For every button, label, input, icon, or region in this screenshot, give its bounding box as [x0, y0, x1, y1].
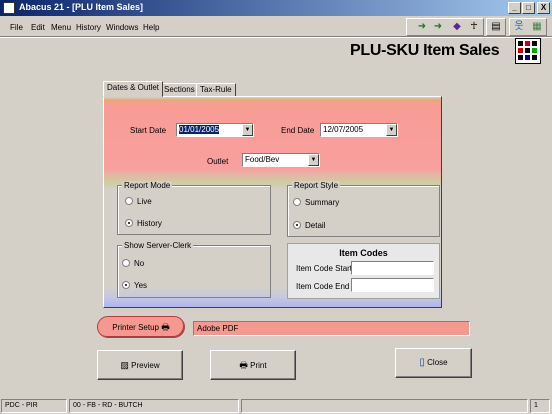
end-date-label: End Date	[281, 126, 315, 135]
minimize-button[interactable]: _	[508, 2, 521, 14]
calculator-icon[interactable]: ▤	[489, 20, 503, 34]
restore-button[interactable]: □	[522, 2, 535, 14]
tab-tax-rule[interactable]: Tax-Rule	[196, 83, 236, 97]
end-date-value: 12/07/2005	[323, 125, 364, 134]
printer-name-field: Adobe PDF	[193, 321, 470, 336]
status-bar: PDC - PIR 00 - FB - RD - BUTCH 1	[0, 398, 552, 414]
item-code-end-label: Item Code End	[296, 282, 350, 291]
print-button[interactable]: 🖶 Print	[210, 350, 296, 380]
printer-setup-label: Printer Setup	[112, 323, 159, 332]
menu-help[interactable]: Help	[143, 23, 159, 32]
status-pane-message	[241, 399, 528, 413]
radio-yes[interactable]: Yes	[122, 281, 147, 290]
menu-windows[interactable]: Windows	[106, 23, 138, 32]
printer-icon: 🖶	[161, 322, 170, 332]
radio-circle	[293, 221, 301, 229]
chevron-down-icon[interactable]: ▼	[242, 124, 253, 136]
report-mode-title: Report Mode	[122, 181, 173, 190]
radio-live[interactable]: Live	[125, 197, 152, 206]
window-title: Abacus 21 - [PLU Item Sales]	[19, 2, 144, 12]
report-style-title: Report Style	[292, 181, 341, 190]
chevron-down-icon[interactable]: ▼	[308, 154, 319, 166]
menu-menu[interactable]: Menu	[51, 23, 71, 32]
preview-icon: ▨	[120, 360, 129, 370]
show-server-clerk-group: Show Server-Clerk	[117, 241, 271, 298]
close-label: Close	[427, 358, 448, 367]
page-title: PLU-SKU Item Sales	[350, 42, 500, 59]
radio-circle	[122, 281, 130, 289]
outlet-label: Outlet	[207, 157, 229, 166]
report-grid-icon	[515, 38, 541, 64]
app-icon	[3, 2, 15, 14]
outlet-value: Food/Bev	[245, 155, 280, 164]
toolbar-calculator: ▤	[486, 18, 506, 36]
print-label: Print	[250, 361, 267, 370]
outlet-combo[interactable]: Food/Bev ▼	[242, 153, 320, 167]
toolbar-navigation: ➜ ➜ ◆ ☥	[406, 18, 484, 36]
person-icon[interactable]: 웃	[512, 20, 526, 34]
preview-label: Preview	[131, 361, 160, 370]
radio-circle	[122, 259, 130, 267]
radio-circle	[293, 198, 301, 206]
book-icon[interactable]: ◆	[450, 20, 464, 34]
radio-summary[interactable]: Summary	[293, 198, 339, 207]
show-server-clerk-title: Show Server-Clerk	[122, 241, 194, 250]
forward-arrow-icon[interactable]: ➜	[431, 20, 445, 34]
item-code-start-input[interactable]	[351, 261, 434, 275]
menu-edit[interactable]: Edit	[31, 23, 45, 32]
chevron-down-icon[interactable]: ▼	[386, 124, 397, 136]
preview-button[interactable]: ▨ Preview	[97, 350, 183, 380]
grid-icon[interactable]: ▦	[530, 20, 544, 34]
radio-detail[interactable]: Detail	[293, 221, 325, 230]
radio-no[interactable]: No	[122, 259, 144, 268]
end-date-combo[interactable]: 12/07/2005 ▼	[320, 123, 398, 137]
item-code-start-label: Item Code Start	[296, 264, 353, 273]
start-date-combo[interactable]: 01/01/2005 ▼	[176, 123, 254, 137]
print-icon: 🖶	[239, 360, 248, 370]
status-pane-count: 1	[530, 399, 550, 413]
printer-setup-button[interactable]: Printer Setup 🖶	[97, 316, 185, 338]
radio-history[interactable]: History	[125, 219, 162, 228]
menu-divider	[0, 37, 552, 38]
start-date-label: Start Date	[130, 126, 167, 135]
item-codes-title: Item Codes	[339, 248, 388, 258]
toolbar-extra: 웃 ▦	[509, 18, 547, 36]
back-arrow-icon[interactable]: ➜	[415, 20, 429, 34]
title-bar: Abacus 21 - [PLU Item Sales] _ □ X	[0, 0, 552, 16]
item-code-end-input[interactable]	[351, 278, 434, 292]
menu-file[interactable]: File	[10, 23, 23, 32]
tab-sections[interactable]: Sections	[160, 83, 199, 97]
menu-history[interactable]: History	[76, 23, 101, 32]
close-window-button[interactable]: X	[537, 2, 550, 14]
start-date-value: 01/01/2005	[179, 125, 220, 134]
close-button[interactable]: ▯ Close	[395, 348, 472, 378]
tab-dates-outlet[interactable]: Dates & Outlet	[103, 81, 164, 97]
radio-circle	[125, 219, 133, 227]
status-pane-location: PDC - PIR	[1, 399, 67, 413]
radio-circle	[125, 197, 133, 205]
run-icon[interactable]: ☥	[467, 20, 481, 34]
status-pane-user: 00 - FB - RD - BUTCH	[69, 399, 239, 413]
exit-door-icon: ▯	[419, 357, 425, 368]
